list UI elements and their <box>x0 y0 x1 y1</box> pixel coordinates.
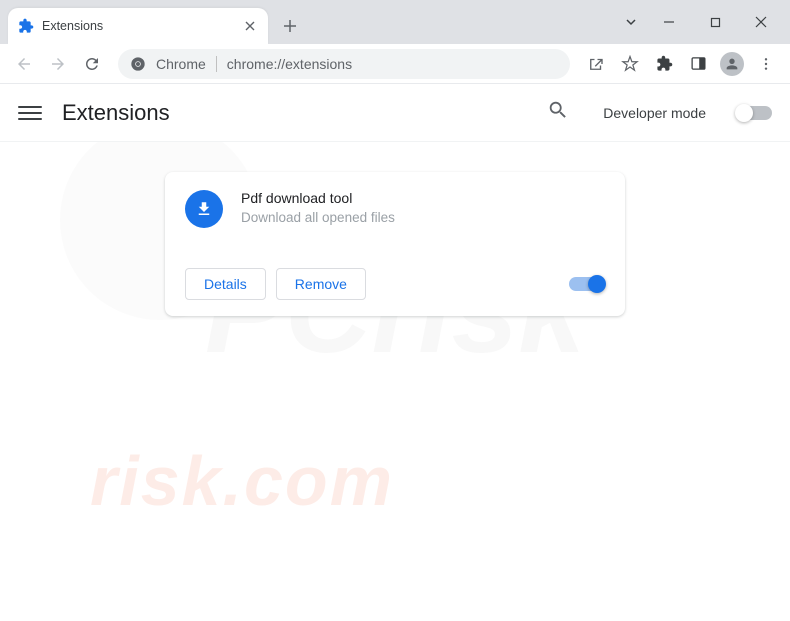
profile-avatar[interactable] <box>718 50 746 78</box>
side-panel-icon[interactable] <box>684 50 712 78</box>
forward-button[interactable] <box>44 50 72 78</box>
details-button[interactable]: Details <box>185 268 266 300</box>
reload-button[interactable] <box>78 50 106 78</box>
maximize-button[interactable] <box>692 6 738 38</box>
chrome-icon <box>130 56 146 72</box>
extension-description: Download all opened files <box>241 210 395 225</box>
extensions-icon[interactable] <box>650 50 678 78</box>
extensions-header: Extensions Developer mode <box>0 84 790 142</box>
developer-mode-label: Developer mode <box>603 105 706 121</box>
address-bar[interactable]: Chrome chrome://extensions <box>118 49 570 79</box>
page-title: Extensions <box>62 100 527 126</box>
menu-icon[interactable] <box>18 101 42 125</box>
omnibox-protocol: Chrome <box>156 56 217 72</box>
share-icon[interactable] <box>582 50 610 78</box>
kebab-menu-icon[interactable] <box>752 50 780 78</box>
window-titlebar: Extensions <box>0 0 790 44</box>
extension-puzzle-icon <box>18 18 34 34</box>
download-icon <box>185 190 223 228</box>
extension-enable-toggle[interactable] <box>569 277 605 291</box>
tab-title: Extensions <box>42 19 234 33</box>
extension-name: Pdf download tool <box>241 190 395 206</box>
remove-button[interactable]: Remove <box>276 268 366 300</box>
window-controls <box>616 0 784 44</box>
bookmark-icon[interactable] <box>616 50 644 78</box>
browser-tab[interactable]: Extensions <box>8 8 268 44</box>
extension-card: Pdf download tool Download all opened fi… <box>165 172 625 316</box>
close-tab-icon[interactable] <box>242 18 258 34</box>
tab-search-icon[interactable] <box>616 6 646 38</box>
browser-toolbar: Chrome chrome://extensions <box>0 44 790 84</box>
extensions-content: Pdf download tool Download all opened fi… <box>0 142 790 346</box>
omnibox-url: chrome://extensions <box>227 56 352 72</box>
search-icon[interactable] <box>547 99 569 126</box>
developer-mode-toggle[interactable] <box>736 106 772 120</box>
new-tab-button[interactable] <box>276 12 304 40</box>
minimize-button[interactable] <box>646 6 692 38</box>
close-window-button[interactable] <box>738 6 784 38</box>
back-button[interactable] <box>10 50 38 78</box>
